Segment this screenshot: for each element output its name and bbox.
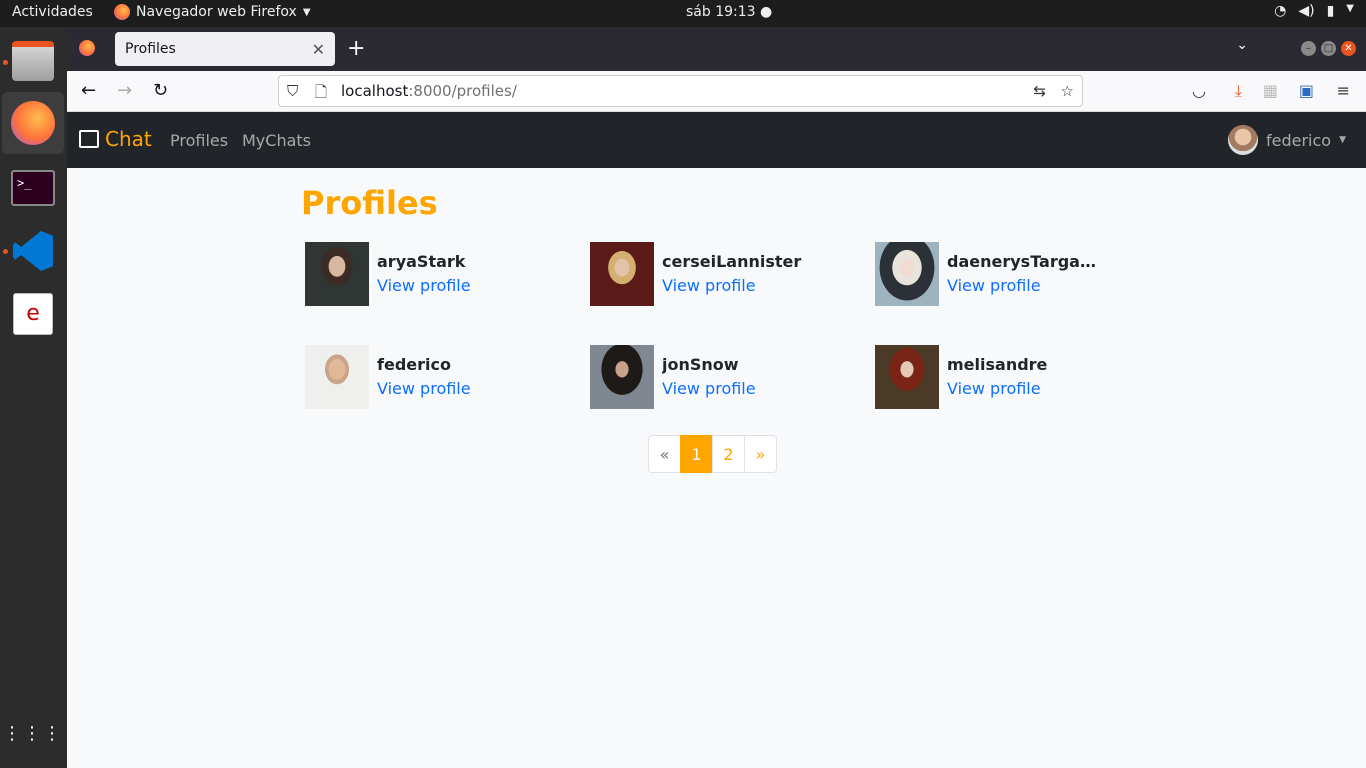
chat-icon bbox=[79, 130, 99, 148]
profile-card: federico View profile bbox=[301, 345, 581, 411]
profile-photo bbox=[590, 242, 654, 306]
firefox-view-icon[interactable] bbox=[79, 40, 95, 56]
close-icon[interactable]: ✕ bbox=[312, 40, 325, 59]
pagination-prev[interactable]: « bbox=[648, 435, 681, 473]
user-dropdown[interactable]: federico ▼ bbox=[1227, 125, 1346, 155]
navigation-toolbar: ← → ↻ ⛉ 🗋 localhost:8000/profiles/ ⇆ ☆ ◡… bbox=[67, 71, 1366, 112]
volume-icon: ◀) bbox=[1298, 3, 1315, 19]
tab-strip: Profiles ✕ + ⌄ – □ ✕ bbox=[67, 27, 1366, 71]
notification-dot-icon: ● bbox=[760, 4, 773, 20]
pagination-next[interactable]: » bbox=[744, 435, 777, 473]
profile-name: federico bbox=[377, 355, 451, 374]
view-profile-link[interactable]: View profile bbox=[947, 276, 1041, 295]
chevron-down-icon: ▼ bbox=[302, 6, 311, 18]
nav-profiles[interactable]: Profiles bbox=[170, 131, 228, 150]
system-tray[interactable]: ◔ ◀) ▮ ▼ bbox=[1274, 3, 1354, 19]
brand-link[interactable]: Chat bbox=[79, 127, 152, 151]
profile-card: cerseiLannister View profile bbox=[586, 242, 866, 308]
extension-icon[interactable]: ▦ bbox=[1263, 81, 1278, 100]
hamburger-menu-icon[interactable]: ≡ bbox=[1337, 81, 1350, 100]
close-window-button[interactable]: ✕ bbox=[1341, 41, 1356, 56]
profile-card: aryaStark View profile bbox=[301, 242, 581, 308]
view-profile-link[interactable]: View profile bbox=[947, 379, 1041, 398]
download-icon[interactable]: ⤓ bbox=[1235, 81, 1242, 101]
profile-name: jonSnow bbox=[662, 355, 739, 374]
pagination-page-2[interactable]: 2 bbox=[712, 435, 745, 473]
dock: >_ e ⋮⋮⋮ bbox=[0, 27, 67, 768]
view-profile-link[interactable]: View profile bbox=[377, 276, 471, 295]
clock-label: sáb 19:13 bbox=[686, 4, 756, 20]
url-bar[interactable]: ⛉ 🗋 localhost:8000/profiles/ ⇆ ☆ bbox=[278, 75, 1083, 107]
new-tab-button[interactable]: + bbox=[347, 36, 365, 61]
tab-title: Profiles bbox=[125, 41, 176, 57]
chevron-down-icon[interactable]: ⌄ bbox=[1236, 37, 1248, 53]
pagination: « 1 2 » bbox=[648, 435, 777, 473]
translate-extension-icon[interactable]: ▣ bbox=[1299, 81, 1314, 100]
shield-icon[interactable]: ⛉ bbox=[287, 82, 298, 100]
back-button[interactable]: ← bbox=[81, 80, 96, 101]
star-icon[interactable]: ☆ bbox=[1061, 82, 1074, 100]
pocket-icon[interactable]: ◡ bbox=[1192, 81, 1206, 100]
pagination-page-1[interactable]: 1 bbox=[680, 435, 713, 473]
view-profile-link[interactable]: View profile bbox=[662, 276, 756, 295]
user-name: federico bbox=[1265, 130, 1332, 150]
profile-photo bbox=[305, 242, 369, 306]
forward-button[interactable]: → bbox=[117, 80, 132, 101]
page-icon: 🗋 bbox=[315, 83, 328, 101]
page-title: Profiles bbox=[301, 184, 438, 222]
url-path: :8000/profiles/ bbox=[408, 82, 517, 100]
profile-photo bbox=[590, 345, 654, 409]
translate-icon[interactable]: ⇆ bbox=[1033, 82, 1046, 100]
maximize-button[interactable]: □ bbox=[1321, 41, 1336, 56]
firefox-icon bbox=[114, 4, 130, 20]
firefox-app[interactable] bbox=[2, 92, 64, 154]
profile-card: melisandre View profile bbox=[871, 345, 1151, 411]
nav-mychats[interactable]: MyChats bbox=[242, 131, 311, 150]
files-icon bbox=[12, 41, 54, 81]
profile-photo bbox=[875, 242, 939, 306]
profile-photo bbox=[305, 345, 369, 409]
wifi-icon: ◔ bbox=[1274, 3, 1287, 19]
vscode-app[interactable] bbox=[2, 220, 64, 282]
files-app[interactable] bbox=[2, 30, 64, 92]
system-top-bar: Actividades Navegador web Firefox ▼ sáb … bbox=[0, 0, 1366, 27]
text-editor-icon: e bbox=[13, 293, 53, 335]
grid-icon: ⋮⋮⋮ bbox=[3, 723, 63, 744]
vscode-icon bbox=[13, 231, 53, 271]
app-menu-label: Navegador web Firefox bbox=[136, 4, 297, 20]
avatar bbox=[1227, 125, 1258, 155]
view-profile-link[interactable]: View profile bbox=[377, 379, 471, 398]
text-editor-app[interactable]: e bbox=[2, 283, 64, 345]
firefox-icon bbox=[11, 101, 55, 145]
profile-card: daenerysTargary... View profile bbox=[871, 242, 1151, 308]
web-page: Chat Profiles MyChats federico ▼ Profile… bbox=[67, 112, 1366, 768]
app-menu[interactable]: Navegador web Firefox ▼ bbox=[114, 4, 311, 20]
clock[interactable]: sáb 19:13 ● bbox=[686, 4, 772, 20]
activities-button[interactable]: Actividades bbox=[12, 4, 93, 20]
view-profile-link[interactable]: View profile bbox=[662, 379, 756, 398]
profile-name: aryaStark bbox=[377, 252, 466, 271]
terminal-app[interactable]: >_ bbox=[2, 157, 64, 219]
caret-down-icon: ▼ bbox=[1339, 135, 1346, 145]
profile-name: melisandre bbox=[947, 355, 1048, 374]
profile-name: cerseiLannister bbox=[662, 252, 802, 271]
reload-button[interactable]: ↻ bbox=[153, 80, 168, 101]
url-host: localhost bbox=[341, 82, 409, 100]
chevron-down-icon: ▼ bbox=[1346, 3, 1354, 14]
profile-name: daenerysTargary... bbox=[947, 252, 1097, 271]
show-apps-button[interactable]: ⋮⋮⋮ bbox=[2, 703, 64, 765]
minimize-button[interactable]: – bbox=[1301, 41, 1316, 56]
brand-label: Chat bbox=[105, 127, 152, 151]
terminal-icon: >_ bbox=[11, 170, 55, 206]
profile-card: jonSnow View profile bbox=[586, 345, 866, 411]
tab-profiles[interactable]: Profiles ✕ bbox=[115, 32, 335, 66]
battery-icon: ▮ bbox=[1326, 3, 1335, 19]
profile-photo bbox=[875, 345, 939, 409]
site-navbar: Chat Profiles MyChats federico ▼ bbox=[67, 112, 1366, 168]
